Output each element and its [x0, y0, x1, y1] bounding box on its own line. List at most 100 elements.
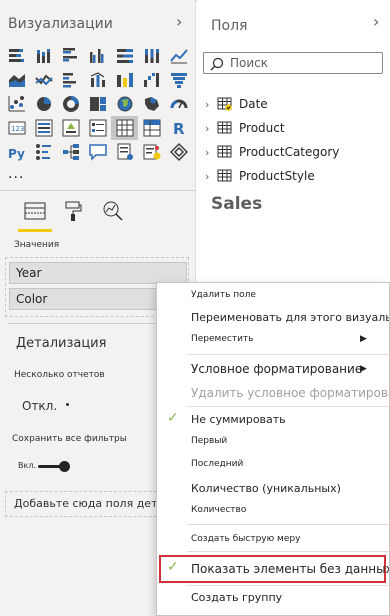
multi-row-card-icon[interactable] — [30, 116, 57, 140]
scatter-chart-icon[interactable] — [3, 92, 30, 116]
values-label: Значения — [14, 240, 60, 250]
checkmark-icon: ✓ — [167, 559, 179, 575]
power-apps-icon[interactable] — [165, 140, 192, 164]
menu-item-count-distinct[interactable]: Количество (уникальных) — [191, 482, 341, 495]
menu-separator — [187, 406, 389, 407]
field-table-date[interactable]: › Date — [205, 95, 268, 113]
visualization-tabs — [18, 198, 128, 232]
card-icon[interactable]: 123 — [3, 116, 30, 140]
table-visual-icon[interactable] — [111, 116, 138, 140]
key-influencers-icon[interactable] — [30, 140, 57, 164]
menu-separator — [187, 585, 389, 586]
table-icon — [217, 169, 233, 183]
menu-item-remove-conditional-formatting: Удалить условное форматировани — [191, 386, 390, 400]
stacked-column-chart-icon[interactable] — [30, 44, 57, 68]
fields-search-input[interactable]: Поиск — [203, 52, 383, 74]
field-table-label: ProductStyle — [239, 169, 315, 183]
paginated-report-icon[interactable] — [111, 140, 138, 164]
line-stacked-column-chart-icon[interactable] — [57, 68, 84, 92]
waterfall-chart-icon[interactable] — [138, 68, 165, 92]
menu-item-dont-summarize[interactable]: Не суммировать — [191, 413, 286, 426]
donut-chart-icon[interactable] — [57, 92, 84, 116]
100-stacked-bar-chart-icon[interactable] — [111, 44, 138, 68]
svg-text:R: R — [173, 120, 185, 138]
gauge-icon[interactable] — [165, 92, 192, 116]
svg-text:123: 123 — [11, 125, 24, 133]
stacked-bar-chart-icon[interactable] — [3, 44, 30, 68]
field-table-productstyle[interactable]: › ProductStyle — [205, 167, 315, 185]
analytics-magnifier-icon[interactable] — [100, 198, 126, 224]
100-stacked-column-chart-icon[interactable] — [138, 44, 165, 68]
menu-item-show-items-with-no-data[interactable]: Показать элементы без данных — [191, 562, 389, 576]
menu-separator — [187, 354, 389, 355]
menu-item-conditional-formatting[interactable]: Условное форматирование — [191, 362, 362, 376]
stacked-area-chart-icon[interactable] — [30, 68, 57, 92]
field-context-menu: Удалить поле Переименовать для этого виз… — [156, 282, 390, 616]
r-visual-icon[interactable]: R — [165, 116, 192, 140]
well-field-year[interactable]: Year — [9, 262, 187, 284]
cross-report-toggle-value[interactable]: Откл. — [22, 399, 57, 413]
area-chart-icon[interactable] — [3, 68, 30, 92]
more-visuals-ellipsis[interactable]: ... — [8, 166, 24, 182]
visualizations-divider — [0, 190, 196, 191]
svg-text:Py: Py — [8, 147, 25, 161]
table-icon — [217, 145, 233, 159]
fields-tab-icon[interactable] — [22, 198, 48, 224]
menu-item-move[interactable]: Переместить — [191, 334, 253, 344]
field-table-label: Date — [239, 97, 268, 111]
fields-title: Поля — [211, 18, 248, 34]
python-visual-icon[interactable]: Py — [3, 140, 30, 164]
cross-report-label: Несколько отчетов — [14, 370, 105, 380]
ribbon-chart-icon[interactable] — [111, 68, 138, 92]
slicer-icon[interactable] — [84, 116, 111, 140]
kpi-icon[interactable] — [57, 116, 84, 140]
menu-separator — [187, 551, 389, 552]
search-icon — [210, 57, 224, 71]
pie-chart-icon[interactable] — [30, 92, 57, 116]
filled-map-icon[interactable] — [138, 92, 165, 116]
decomposition-tree-icon[interactable] — [57, 140, 84, 164]
submenu-arrow-icon: ▶ — [360, 334, 367, 344]
clustered-bar-chart-icon[interactable] — [57, 44, 84, 68]
visual-gallery: 123 R Py — [3, 44, 192, 164]
menu-item-new-quick-measure[interactable]: Создать быструю меру — [191, 534, 300, 544]
collapse-fields-chevron-icon[interactable]: › — [373, 12, 379, 31]
menu-item-first[interactable]: Первый — [191, 436, 227, 446]
drillthrough-title: Детализация — [16, 336, 107, 351]
expand-chevron-icon[interactable]: › — [205, 122, 217, 135]
clustered-column-chart-icon[interactable] — [84, 44, 111, 68]
expand-chevron-icon[interactable]: › — [205, 98, 217, 111]
calendar-table-icon — [217, 97, 233, 111]
visualizations-title: Визуализации — [8, 16, 113, 32]
map-icon[interactable] — [111, 92, 138, 116]
line-chart-icon[interactable] — [165, 44, 192, 68]
menu-item-last[interactable]: Последний — [191, 459, 243, 469]
line-clustered-column-chart-icon[interactable] — [84, 68, 111, 92]
qa-visual-icon[interactable] — [84, 140, 111, 164]
collapse-visualizations-chevron-icon[interactable]: › — [176, 12, 182, 31]
menu-item-count[interactable]: Количество — [191, 505, 246, 515]
active-tab-indicator — [18, 229, 52, 232]
menu-separator — [187, 524, 389, 525]
keep-filters-toggle-thumb[interactable] — [59, 461, 70, 472]
cross-report-toggle-dot[interactable] — [66, 403, 69, 406]
keep-filters-label: Сохранить все фильтры — [12, 434, 127, 444]
menu-item-new-group[interactable]: Создать группу — [191, 591, 282, 604]
smart-narrative-icon[interactable] — [138, 140, 165, 164]
search-placeholder: Поиск — [230, 56, 269, 70]
matrix-icon[interactable] — [138, 116, 165, 140]
sales-group-title[interactable]: Sales — [211, 194, 262, 214]
checkmark-icon: ✓ — [167, 410, 179, 426]
treemap-icon[interactable] — [84, 92, 111, 116]
field-table-label: Product — [239, 121, 285, 135]
expand-chevron-icon[interactable]: › — [205, 170, 217, 183]
expand-chevron-icon[interactable]: › — [205, 146, 217, 159]
funnel-chart-icon[interactable] — [165, 68, 192, 92]
field-table-productcategory[interactable]: › ProductCategory — [205, 143, 339, 161]
table-icon — [217, 121, 233, 135]
menu-item-rename[interactable]: Переименовать для этого визуального — [191, 311, 389, 324]
keep-filters-toggle-value: Вкл. — [18, 461, 36, 470]
format-paint-roller-icon[interactable] — [60, 198, 86, 224]
field-table-product[interactable]: › Product — [205, 119, 285, 137]
menu-item-remove-field[interactable]: Удалить поле — [191, 290, 256, 300]
